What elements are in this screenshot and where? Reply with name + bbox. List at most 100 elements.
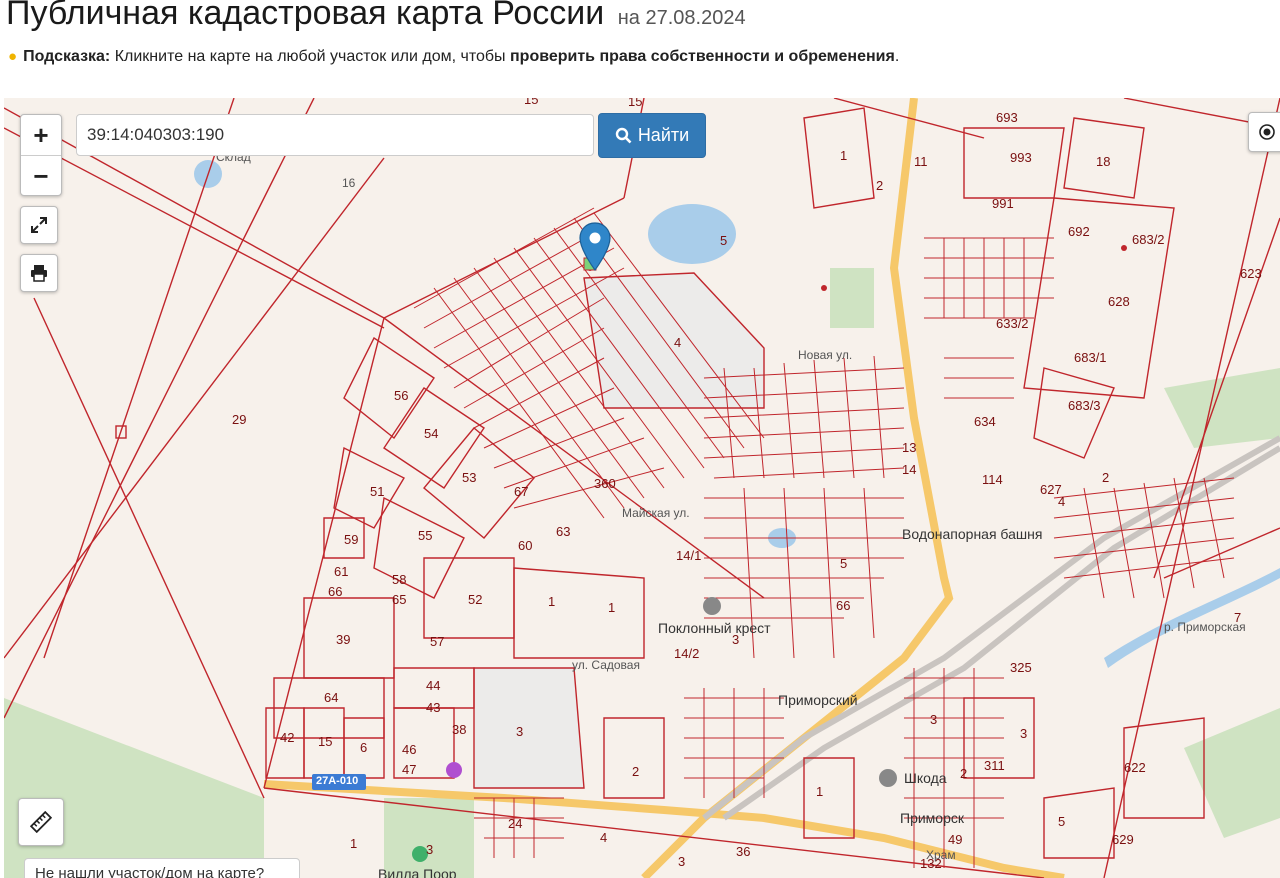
hint-label: Подсказка: [23,48,111,65]
parcel-label[interactable]: 683/2 [1132,232,1165,247]
parcel-label[interactable]: 59 [344,532,358,547]
parcel-label[interactable]: 51 [370,484,384,499]
map-canvas[interactable] [4,98,1280,878]
parcel-label[interactable]: 2 [632,764,639,779]
parcel-label[interactable]: 15 [524,98,538,107]
hint-text: Кликните на карте на любой участок или д… [110,48,510,65]
parcel-label[interactable]: 1 [548,594,555,609]
parcel-label[interactable]: 692 [1068,224,1090,239]
parcel-label[interactable]: 54 [424,426,438,441]
parcel-label[interactable]: 56 [394,388,408,403]
parcel-label[interactable]: 114 [982,472,1003,487]
parcel-label[interactable]: 683/1 [1074,350,1107,365]
parcel-label[interactable]: 628 [1108,294,1130,309]
parcel-label[interactable]: 311 [984,758,1005,773]
parcel-label[interactable]: 36 [736,844,750,859]
ruler-button[interactable] [18,798,64,846]
find-button[interactable]: Найти [598,113,706,158]
lightbulb-icon: ● [8,48,18,65]
parcel-label[interactable]: 39 [336,632,350,647]
road-badge-text: 27А-010 [316,775,359,787]
parcel-label[interactable]: 11 [914,154,928,169]
parcel-label[interactable]: 5 [840,556,847,571]
zoom-in-button[interactable]: + [21,115,61,155]
parcel-label[interactable]: 4 [674,335,681,350]
parcel-label[interactable]: 1 [608,600,615,615]
parcel-label[interactable]: 693 [996,110,1018,125]
parcel-label[interactable]: 66 [836,598,850,613]
parcel-label[interactable]: 1 [840,148,847,163]
parcel-label[interactable]: 18 [1096,154,1110,169]
parcel-label[interactable]: 14/1 [676,548,701,563]
parcel-label[interactable]: 991 [992,196,1014,211]
parcel-label[interactable]: 58 [392,572,406,587]
poi-label: Водонапорная башня [902,526,1043,542]
parcel-label[interactable]: 5 [1058,814,1065,829]
parcel-label[interactable]: 4 [1058,494,1065,509]
parcel-label[interactable]: 55 [418,528,432,543]
parcel-label[interactable]: 43 [426,700,440,715]
parcel-label[interactable]: 3 [930,712,937,727]
parcel-label[interactable]: 634 [974,414,996,429]
parcel-label[interactable]: 6 [360,740,367,755]
parcel-label[interactable]: 15 [318,734,332,749]
parcel-label[interactable]: 2 [1102,470,1109,485]
parcel-label[interactable]: 633/2 [996,316,1029,331]
printer-icon [31,265,47,282]
parcel-label[interactable]: 29 [232,412,246,427]
parcel-label[interactable]: 2 [960,766,967,781]
find-button-label: Найти [637,125,690,145]
parcel-label[interactable]: 629 [1112,832,1134,847]
parcel-label[interactable]: 14/2 [674,646,699,661]
location-marker-icon[interactable] [578,222,612,272]
page-title: Публичная кадастровая карта России на 27… [6,0,746,33]
parcel-label[interactable]: 61 [334,564,348,579]
cadastral-search-input[interactable] [76,114,594,156]
parcel-label[interactable]: 42 [280,730,294,745]
parcel-label[interactable]: 24 [508,816,522,831]
parcel-label[interactable]: 1 [816,784,823,799]
cadastral-map[interactable]: 27А-010 15 15 693 993 18 1 2 11 991 5 692 683/2 623 6… [4,98,1280,878]
fullscreen-button[interactable] [20,206,58,244]
search-icon [615,127,632,144]
layers-button[interactable] [1248,112,1280,152]
parcel-label[interactable]: 49 [948,832,962,847]
parcel-label[interactable]: 683/3 [1068,398,1101,413]
parcel-label[interactable]: 14 [902,462,916,477]
parcel-label[interactable]: 65 [392,592,406,607]
parcel-label[interactable]: 47 [402,762,416,777]
parcel-label[interactable]: 993 [1010,150,1032,165]
radio-target-icon [1259,124,1275,140]
zoom-out-button[interactable]: − [21,155,61,196]
parcel-label[interactable]: 3 [516,724,523,739]
parcel-label[interactable]: 4 [600,830,607,845]
street-label: ул. Садовая [572,658,640,672]
parcel-label[interactable]: 63 [556,524,570,539]
parcel-label[interactable]: 2 [876,178,883,193]
not-found-link[interactable]: Не нашли участок/дом на карте? [24,858,300,878]
parcel-label[interactable]: 44 [426,678,440,693]
parcel-label[interactable]: 53 [462,470,476,485]
parcel-label[interactable]: 3 [678,854,685,869]
poi-label: Шкода [904,770,947,786]
parcel-label[interactable]: 3 [1020,726,1027,741]
parcel-label[interactable]: 1 [350,836,357,851]
parcel-label[interactable]: 15 [628,98,642,109]
parcel-label[interactable]: 325 [1010,660,1032,675]
date-text: на 27.08.2024 [617,7,746,29]
parcel-label[interactable]: 67 [514,484,528,499]
parcel-label[interactable]: 66 [328,584,342,599]
print-button[interactable] [20,254,58,292]
parcel-label[interactable]: 13 [902,440,916,455]
parcel-label[interactable]: 5 [720,233,727,248]
parcel-label[interactable]: 57 [430,634,444,649]
parcel-label[interactable]: 3 [426,842,433,857]
parcel-label[interactable]: 52 [468,592,482,607]
parcel-label[interactable]: 360 [594,476,616,491]
parcel-label[interactable]: 38 [452,722,466,737]
parcel-label[interactable]: 64 [324,690,338,705]
parcel-label[interactable]: 623 [1240,266,1262,281]
parcel-label[interactable]: 622 [1124,760,1146,775]
parcel-label[interactable]: 46 [402,742,416,757]
parcel-label[interactable]: 60 [518,538,532,553]
